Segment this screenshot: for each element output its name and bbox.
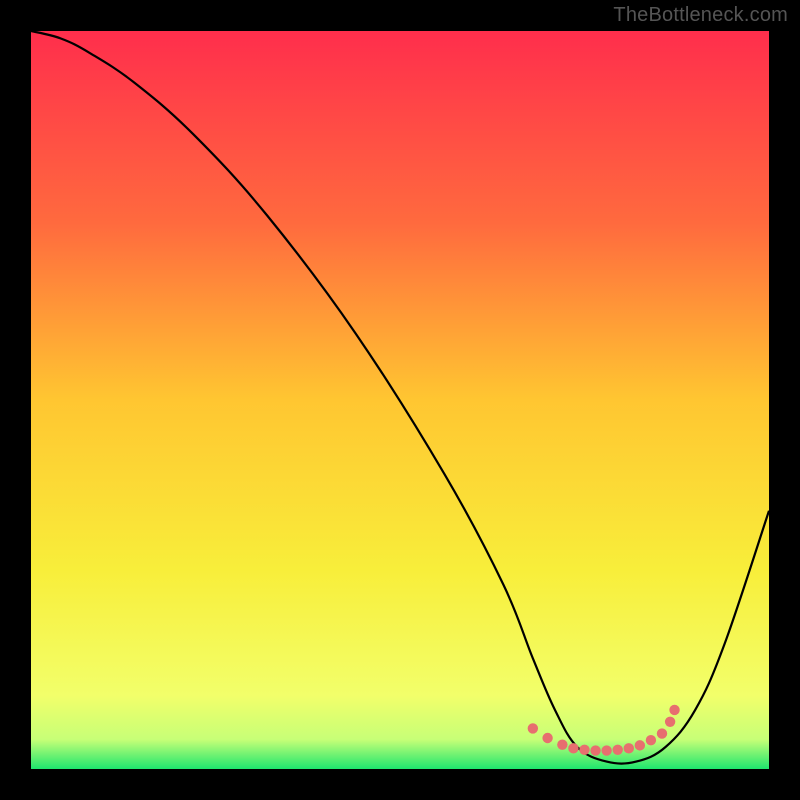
- marker-dot: [613, 745, 623, 755]
- marker-dot: [665, 717, 675, 727]
- chart-container: TheBottleneck.com: [0, 0, 800, 800]
- plot-area: [31, 31, 769, 769]
- marker-dot: [568, 743, 578, 753]
- marker-dot: [635, 740, 645, 750]
- marker-dot: [669, 705, 679, 715]
- marker-dot: [542, 733, 552, 743]
- marker-dot: [646, 735, 656, 745]
- watermark-text: TheBottleneck.com: [613, 4, 788, 27]
- marker-dot: [557, 739, 567, 749]
- marker-dot: [579, 745, 589, 755]
- marker-dot: [601, 745, 611, 755]
- marker-dot: [624, 743, 634, 753]
- marker-dot: [657, 728, 667, 738]
- marker-dot: [528, 723, 538, 733]
- chart-svg: [31, 31, 769, 769]
- marker-dot: [590, 745, 600, 755]
